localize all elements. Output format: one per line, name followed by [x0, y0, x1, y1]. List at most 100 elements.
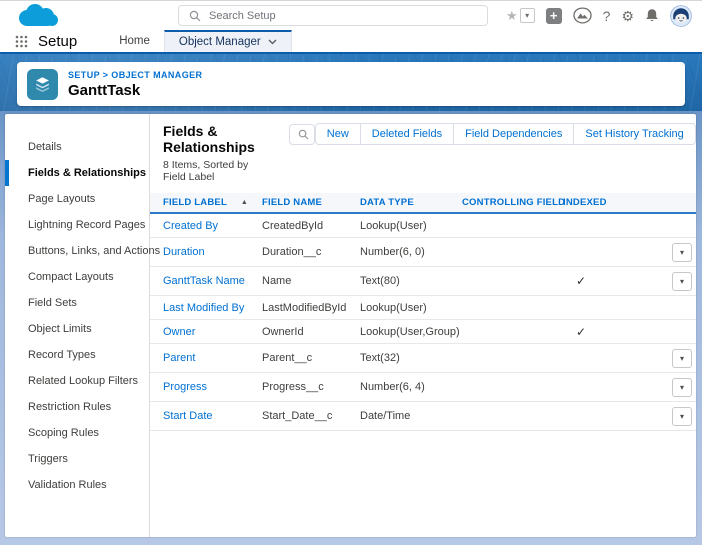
global-search-input[interactable] — [209, 10, 487, 22]
field-name-cell: Progress__c — [262, 381, 360, 393]
content-panel: Details Fields & Relationships Page Layo… — [5, 114, 696, 537]
column-label: FIELD LABEL — [163, 197, 227, 208]
sidebar-item-triggers[interactable]: Triggers — [5, 446, 149, 472]
list-subtitle: 8 Items, Sorted by Field Label — [163, 159, 255, 183]
sidebar-item-compact-layouts[interactable]: Compact Layouts — [5, 264, 149, 290]
row-actions-menu-button[interactable]: ▾ — [672, 349, 692, 368]
field-name-cell: LastModifiedById — [262, 302, 360, 314]
setup-nav-bar: Setup Home Object Manager — [0, 30, 702, 54]
sidebar-item-object-limits[interactable]: Object Limits — [5, 316, 149, 342]
column-header-data-type[interactable]: DATA TYPE — [360, 197, 462, 208]
sidebar-item-fields-relationships[interactable]: Fields & Relationships — [5, 160, 149, 186]
data-type-cell: Text(32) — [360, 352, 462, 364]
page-title: GanttTask — [68, 82, 202, 99]
field-name-cell: CreatedById — [262, 220, 360, 232]
app-launcher-icon[interactable] — [15, 35, 28, 48]
data-type-cell: Number(6, 4) — [360, 381, 462, 393]
data-type-cell: Number(6, 0) — [360, 246, 462, 258]
help-icon[interactable]: ? — [603, 9, 611, 23]
table-row: Progress Progress__c Number(6, 4) ▾ — [150, 373, 696, 402]
row-actions-menu-button[interactable]: ▾ — [672, 243, 692, 262]
field-label-link[interactable]: Parent — [163, 352, 262, 364]
tab-object-manager[interactable]: Object Manager — [164, 30, 292, 52]
global-header: ★ ▾ + ? ⚙ — [0, 1, 702, 30]
sidebar-item-scoping-rules[interactable]: Scoping Rules — [5, 420, 149, 446]
list-actions: New Deleted Fields Field Dependencies Se… — [315, 123, 696, 145]
row-actions-menu-button[interactable]: ▾ — [672, 407, 692, 426]
field-name-cell: Duration__c — [262, 246, 360, 258]
favorite-star-icon[interactable]: ★ — [506, 8, 518, 24]
field-label-link[interactable]: Created By — [163, 220, 262, 232]
tab-home-label: Home — [119, 35, 150, 47]
breadcrumb[interactable]: SETUP > OBJECT MANAGER — [68, 70, 202, 80]
row-actions-menu-button[interactable]: ▾ — [672, 272, 692, 291]
sidebar-item-page-layouts[interactable]: Page Layouts — [5, 186, 149, 212]
table-row: Created By CreatedById Lookup(User) — [150, 214, 696, 238]
app-name-label: Setup — [38, 33, 77, 50]
table-row: Owner OwnerId Lookup(User,Group) ✓ — [150, 320, 696, 344]
field-name-cell: Name — [262, 275, 360, 287]
global-search — [178, 5, 488, 26]
object-manager-sidebar: Details Fields & Relationships Page Layo… — [5, 114, 150, 537]
table-row: Last Modified By LastModifiedById Lookup… — [150, 296, 696, 320]
table-header-row: FIELD LABEL ▲ FIELD NAME DATA TYPE CONTR… — [150, 193, 696, 214]
quick-create-button[interactable]: + — [546, 8, 562, 24]
salesforce-logo-icon — [14, 3, 62, 29]
table-row: GanttTask Name Name Text(80) ✓ ▾ — [150, 267, 696, 296]
object-header-card: SETUP > OBJECT MANAGER GanttTask — [17, 62, 685, 106]
sidebar-item-related-lookup-filters[interactable]: Related Lookup Filters — [5, 368, 149, 394]
tab-object-manager-label: Object Manager — [179, 36, 261, 48]
field-name-cell: Start_Date__c — [262, 410, 360, 422]
trailhead-icon[interactable] — [573, 7, 592, 24]
setup-gear-icon[interactable]: ⚙ — [621, 9, 634, 23]
field-label-link[interactable]: Duration — [163, 246, 262, 258]
indexed-check-icon: ✓ — [563, 325, 625, 339]
sidebar-item-buttons-links-actions[interactable]: Buttons, Links, and Actions — [5, 238, 149, 264]
table-row: Start Date Start_Date__c Date/Time ▾ — [150, 402, 696, 431]
column-header-controlling-field[interactable]: CONTROLLING FIELD — [462, 197, 563, 208]
field-name-cell: Parent__c — [262, 352, 360, 364]
sidebar-item-lightning-record-pages[interactable]: Lightning Record Pages — [5, 212, 149, 238]
fields-relationships-main: Fields & Relationships 8 Items, Sorted b… — [150, 114, 696, 537]
set-history-tracking-button[interactable]: Set History Tracking — [573, 123, 695, 145]
field-label-link[interactable]: Last Modified By — [163, 302, 262, 314]
new-button[interactable]: New — [315, 123, 361, 145]
column-header-field-name[interactable]: FIELD NAME — [262, 197, 360, 208]
sidebar-item-record-types[interactable]: Record Types — [5, 342, 149, 368]
field-name-cell: OwnerId — [262, 326, 360, 338]
quick-find — [289, 124, 315, 145]
sidebar-item-validation-rules[interactable]: Validation Rules — [5, 472, 149, 498]
field-label-link[interactable]: Owner — [163, 326, 262, 338]
data-type-cell: Lookup(User) — [360, 302, 462, 314]
object-icon — [27, 69, 58, 100]
list-title: Fields & Relationships — [163, 123, 255, 155]
search-icon — [189, 10, 201, 22]
field-dependencies-button[interactable]: Field Dependencies — [453, 123, 574, 145]
tab-home[interactable]: Home — [105, 30, 164, 52]
notifications-bell-icon[interactable] — [645, 8, 659, 23]
table-row: Duration Duration__c Number(6, 0) ▾ — [150, 238, 696, 267]
column-header-indexed[interactable]: INDEXED — [563, 197, 625, 208]
data-type-cell: Lookup(User,Group) — [360, 326, 462, 338]
deleted-fields-button[interactable]: Deleted Fields — [360, 123, 454, 145]
field-label-link[interactable]: Start Date — [163, 410, 262, 422]
data-type-cell: Date/Time — [360, 410, 462, 422]
search-icon — [298, 129, 309, 140]
field-label-link[interactable]: GanttTask Name — [163, 275, 262, 287]
global-actions: ★ ▾ + ? ⚙ — [506, 1, 692, 30]
sort-ascending-icon: ▲ — [241, 199, 248, 206]
sidebar-item-restriction-rules[interactable]: Restriction Rules — [5, 394, 149, 420]
app-window: ★ ▾ + ? ⚙ — [0, 0, 702, 545]
sidebar-item-details[interactable]: Details — [5, 134, 149, 160]
field-label-link[interactable]: Progress — [163, 381, 262, 393]
table-row: Parent Parent__c Text(32) ▾ — [150, 344, 696, 373]
favorites-dropdown-button[interactable]: ▾ — [520, 8, 535, 23]
chevron-down-icon — [268, 39, 277, 45]
row-actions-menu-button[interactable]: ▾ — [672, 378, 692, 397]
setup-banner: SETUP > OBJECT MANAGER GanttTask — [0, 54, 702, 111]
column-header-field-label[interactable]: FIELD LABEL ▲ — [163, 197, 262, 208]
user-avatar[interactable] — [670, 5, 692, 27]
sidebar-item-field-sets[interactable]: Field Sets — [5, 290, 149, 316]
list-header: Fields & Relationships 8 Items, Sorted b… — [150, 123, 696, 183]
data-type-cell: Lookup(User) — [360, 220, 462, 232]
